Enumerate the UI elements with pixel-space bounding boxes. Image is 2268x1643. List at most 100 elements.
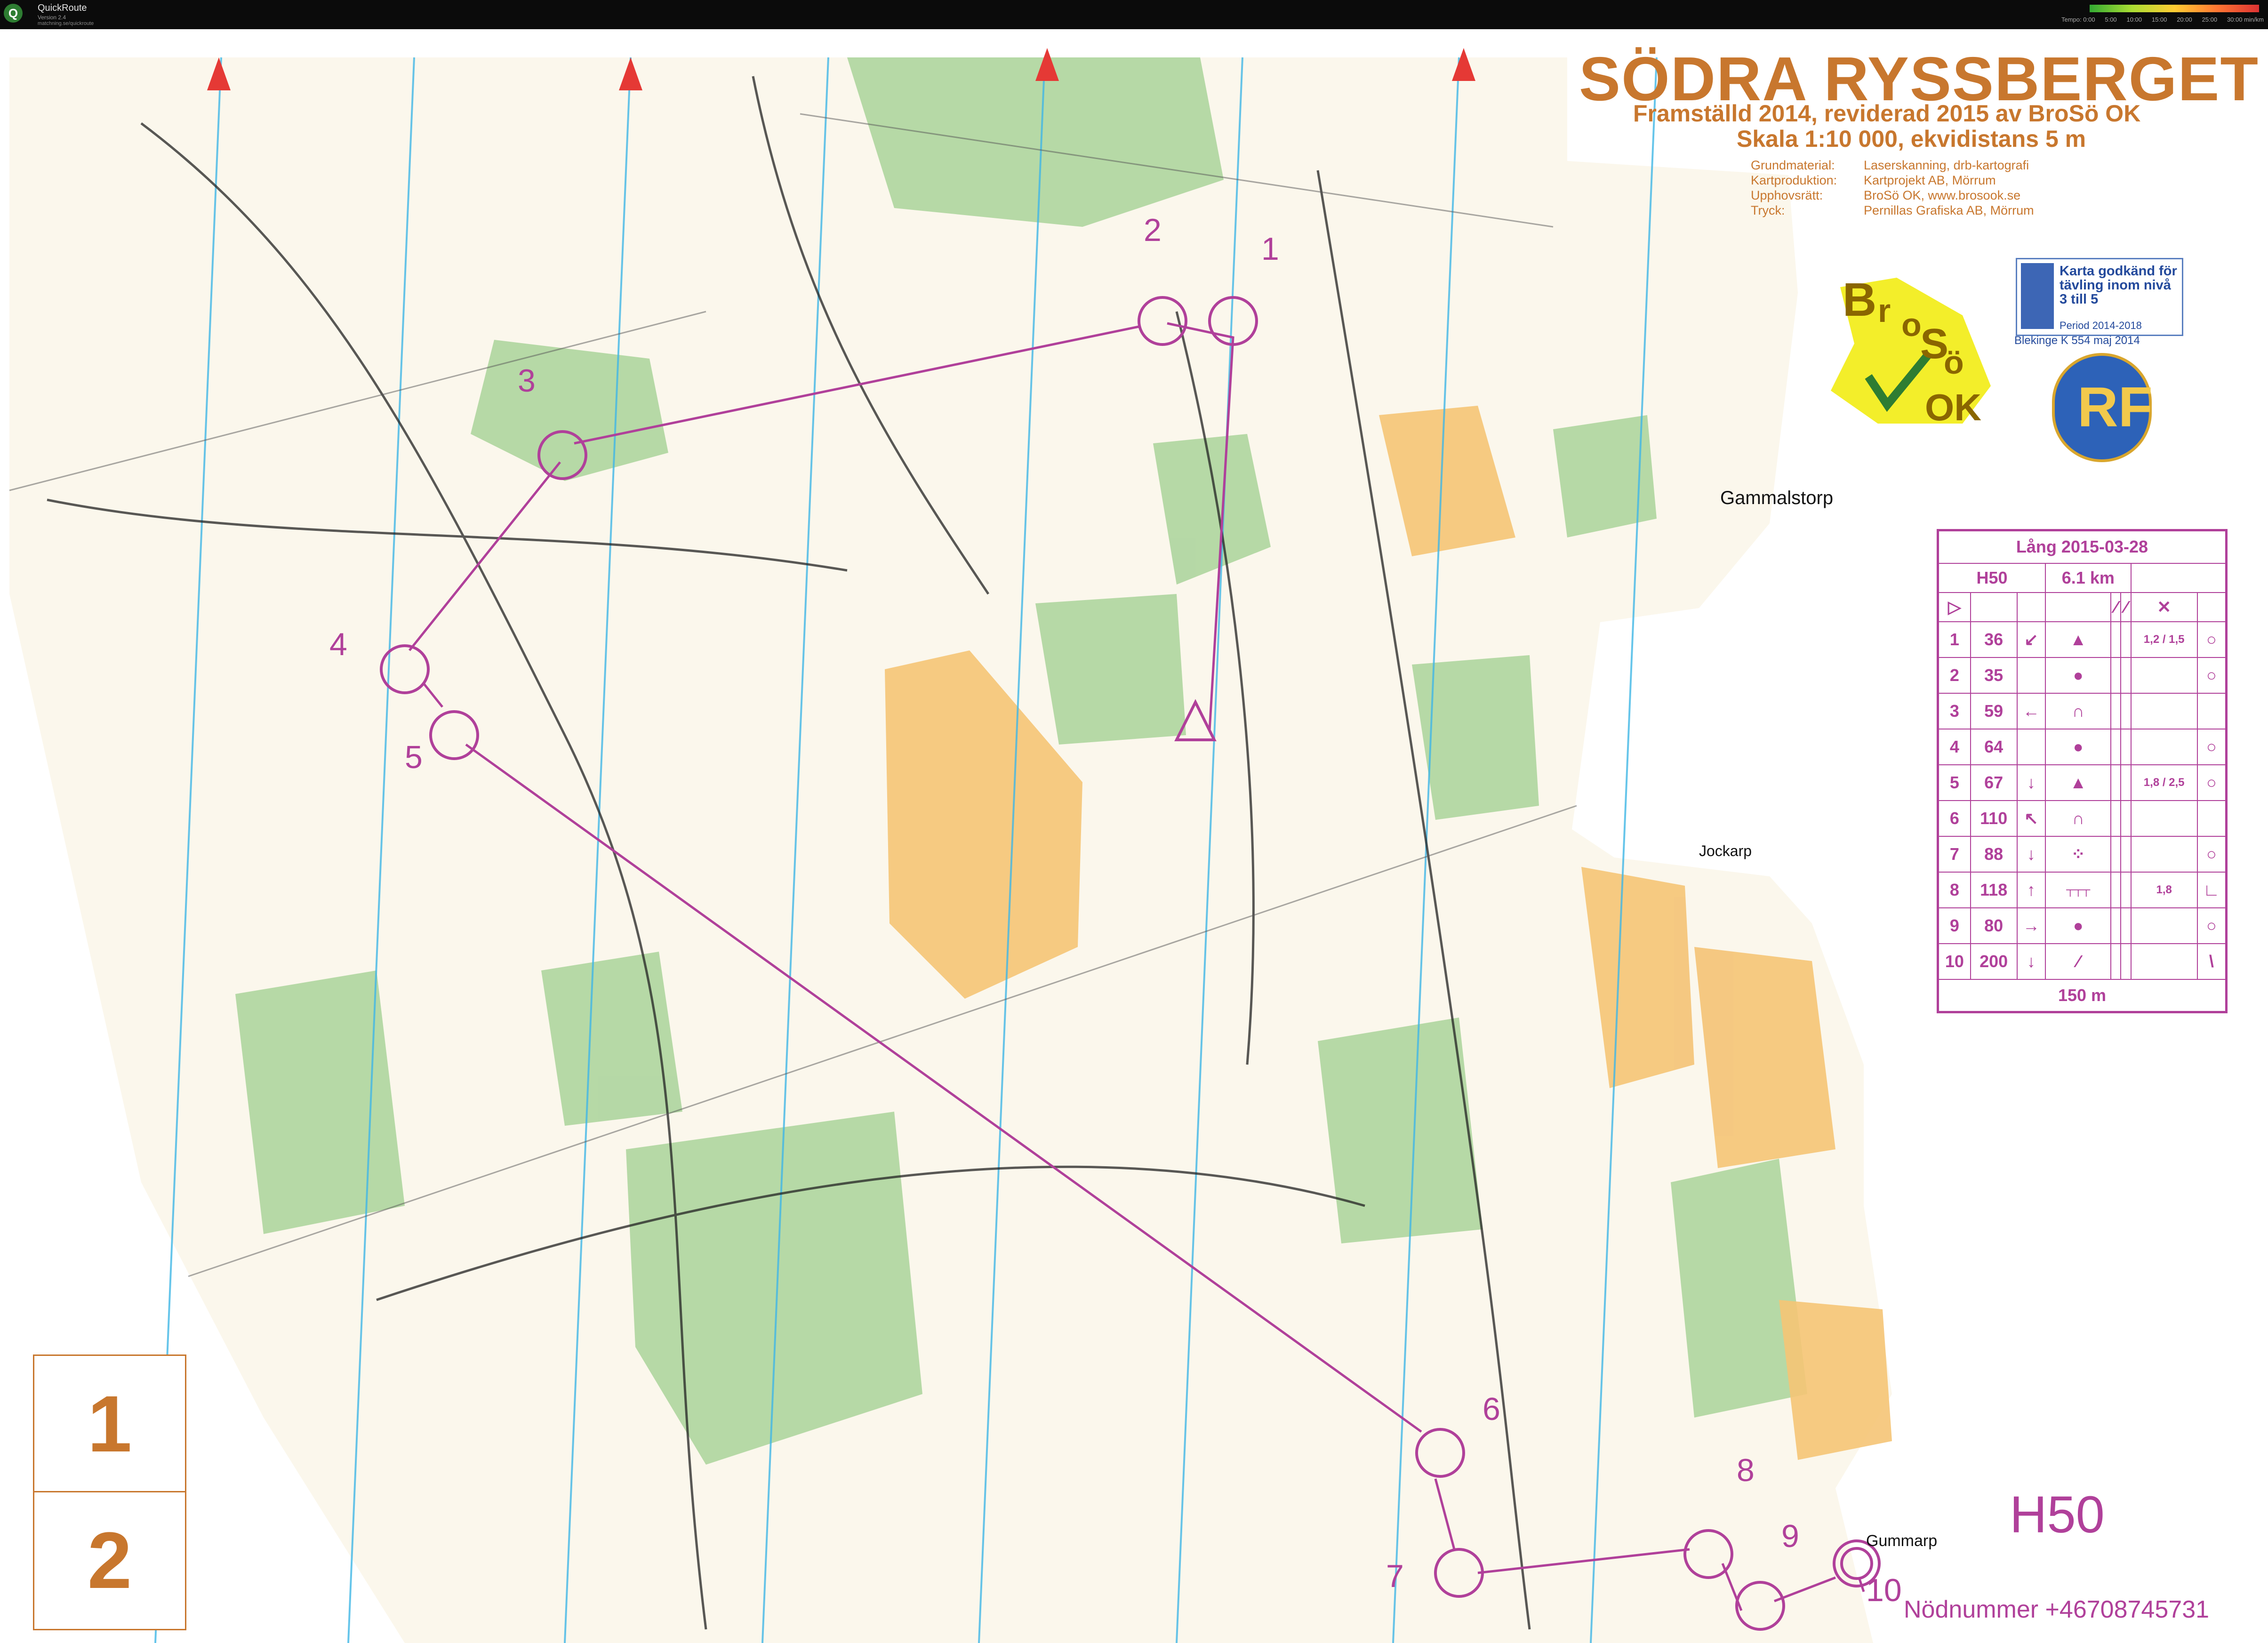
map-box-1: 1 <box>33 1354 186 1494</box>
desc-location-icon <box>2196 800 2227 837</box>
control-number: 1 <box>1261 231 1279 267</box>
credit-key: Grundmaterial: <box>1751 158 1835 172</box>
speed-label: 25:00 <box>2202 16 2218 23</box>
club-logo-letter: o <box>1901 306 1922 343</box>
desc-location-icon: ○ <box>2196 657 2227 694</box>
desc-dimension <box>2130 728 2198 765</box>
speed-label: 20:00 <box>2177 16 2192 23</box>
control-number: 6 <box>1483 1391 1500 1427</box>
desc-feature-icon: ● <box>2045 728 2112 765</box>
desc-code: 35 <box>1970 657 2018 694</box>
desc-code: 88 <box>1970 835 2018 873</box>
credit-value: Laserskanning, drb-kartografi <box>1864 158 2029 172</box>
quickroute-icon: Q <box>4 4 23 23</box>
speed-label: 15:00 <box>2151 16 2167 23</box>
club-logo-letter: OK <box>1925 386 1981 428</box>
desc-location-icon: ○ <box>2196 728 2227 765</box>
app-titlebar: Q QuickRoute Version 2.4 matchning.se/qu… <box>0 0 2268 29</box>
speed-legend-bar <box>2090 5 2259 12</box>
desc-code: 36 <box>1970 621 2018 658</box>
map-credits: Grundmaterial: Laserskanning, drb-kartogr… <box>1751 158 2034 218</box>
desc-number: 1 <box>1937 621 1971 658</box>
control-number: 2 <box>1144 212 1162 248</box>
desc-number: 8 <box>1937 871 1971 908</box>
desc-number: 6 <box>1937 800 1971 837</box>
credit-row: Tryck: Pernillas Grafiska AB, Mörrum <box>1751 203 2034 218</box>
desc-title: Lång 2015-03-28 <box>1937 529 2227 564</box>
desc-number: 10 <box>1937 943 1971 980</box>
desc-code: 110 <box>1970 800 2018 837</box>
desc-number: 2 <box>1937 657 1971 694</box>
credit-value: Pernillas Grafiska AB, Mörrum <box>1864 203 2034 217</box>
federation-logo-icon: RF <box>2052 353 2153 462</box>
approval-text: Karta godkänd för tävling inom nivå 3 ti… <box>2060 264 2177 307</box>
club-logo-letter: B <box>1843 273 1877 326</box>
map-subtitle: Framställd 2014, reviderad 2015 av BroSö… <box>1633 100 2141 127</box>
control-number: 10 <box>1866 1572 1902 1608</box>
approval-period: Period 2014-2018 <box>2060 320 2142 331</box>
desc-dimension <box>2130 800 2198 837</box>
desc-class: H50 <box>1937 562 2046 593</box>
desc-number: 7 <box>1937 835 1971 873</box>
desc-direction-icon: ↓ <box>2016 835 2046 873</box>
speed-label: 10:00 <box>2126 16 2142 23</box>
map-scale: Skala 1:10 000, ekvidistans 5 m <box>1737 126 2086 152</box>
desc-feature-icon: ▲ <box>2045 764 2112 801</box>
desc-feature-icon: ∩ <box>2045 692 2112 729</box>
credit-row: Grundmaterial: Laserskanning, drb-kartogr… <box>1751 158 2034 173</box>
desc-finish: 150 m <box>1937 978 2227 1013</box>
credit-row: Kartproduktion: Kartprojekt AB, Mörrum <box>1751 173 2034 188</box>
app-detail: matchning.se/quickroute <box>38 21 94 26</box>
desc-number: 9 <box>1937 907 1971 944</box>
emergency-number: Nödnummer +46708745731 <box>1904 1596 2210 1623</box>
credit-row: Upphovsrätt: BroSö OK, www.brosook.se <box>1751 188 2034 203</box>
credit-value: Kartprojekt AB, Mörrum <box>1864 173 1996 187</box>
desc-direction-icon: ↖ <box>2016 800 2046 837</box>
desc-dimension: 1,8 / 2,5 <box>2130 764 2198 801</box>
speed-label: Tempo: 0:00 <box>2061 16 2095 23</box>
desc-code: 67 <box>1970 764 2018 801</box>
control-number: 5 <box>405 739 423 775</box>
credit-value: BroSö OK, www.brosook.se <box>1864 188 2021 202</box>
desc-location-icon <box>2196 692 2227 729</box>
desc-length: 6.1 km <box>2045 562 2132 593</box>
desc-direction-icon: ↑ <box>2016 871 2046 908</box>
desc-location-icon: ○ <box>2196 764 2227 801</box>
desc-dimension <box>2130 907 2198 944</box>
place-gummarp: Gummarp <box>1866 1532 1938 1550</box>
control-number: 7 <box>1386 1558 1404 1594</box>
desc-code: 64 <box>1970 728 2018 765</box>
control-number: 4 <box>329 626 347 662</box>
desc-code: 59 <box>1970 692 2018 729</box>
app-title: QuickRoute <box>38 3 87 13</box>
desc-number: 3 <box>1937 692 1971 729</box>
control-descriptions: Lång 2015-03-28 H50 6.1 km ▷ ⁄ ⁄ ✕ 1 36 ↙ ▲ 1,2 … <box>1937 529 2228 1013</box>
desc-direction-icon: ↙ <box>2016 621 2046 658</box>
start-symbol-icon: ▷ <box>1937 592 1971 622</box>
course-name: H50 <box>2010 1486 2105 1544</box>
desc-direction-icon <box>2016 657 2046 694</box>
credit-key: Upphovsrätt: <box>1751 188 1823 202</box>
speed-label: 30:00 min/km <box>2227 16 2264 23</box>
desc-direction-icon: → <box>2016 907 2046 944</box>
desc-direction-icon: ↓ <box>2016 764 2046 801</box>
desc-feature-icon: ⁄ <box>2045 943 2112 980</box>
control-number: 3 <box>518 363 536 399</box>
app-version: Version 2.4 <box>38 14 66 21</box>
approval-footer: Blekinge K 554 maj 2014 <box>2014 334 2140 347</box>
desc-number: 4 <box>1937 728 1971 765</box>
desc-dimension <box>2130 657 2198 694</box>
desc-code: 80 <box>1970 907 2018 944</box>
desc-location-icon: ○ <box>2196 835 2227 873</box>
desc-number: 5 <box>1937 764 1971 801</box>
desc-feature-icon: ┬┬┬ <box>2045 871 2112 908</box>
speed-legend-labels: Tempo: 0:00 5:00 10:00 15:00 20:00 25:00… <box>2061 16 2264 23</box>
desc-location-icon: ○ <box>2196 621 2227 658</box>
desc-dimension <box>2130 692 2198 729</box>
desc-feature-icon: ● <box>2045 657 2112 694</box>
federation-logo-text: RF <box>2077 376 2153 439</box>
desc-direction-icon: ↓ <box>2016 943 2046 980</box>
place-jockarp: Jockarp <box>1699 842 1752 859</box>
desc-code: 200 <box>1970 943 2018 980</box>
desc-dimension: 1,8 <box>2130 871 2198 908</box>
